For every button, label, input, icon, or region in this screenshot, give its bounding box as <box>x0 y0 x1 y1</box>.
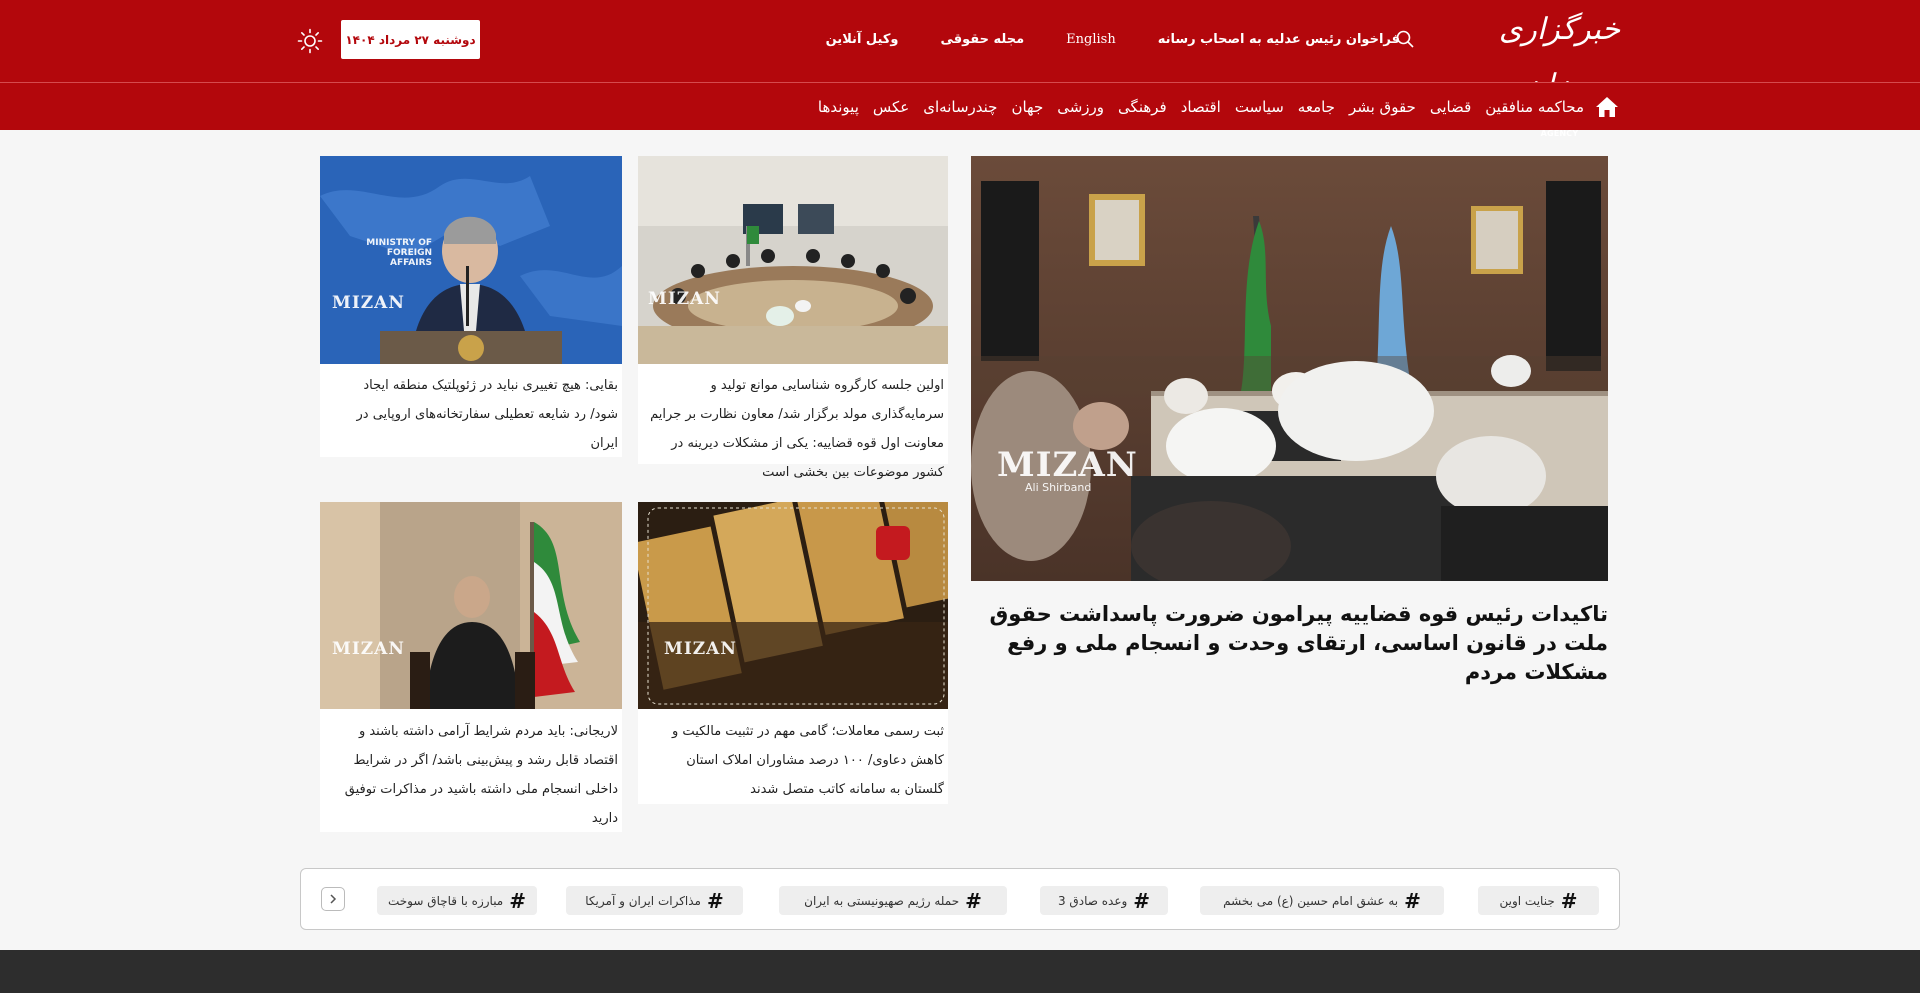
hash-icon: # <box>1404 888 1421 913</box>
tag-label: مبارزه با قاچاق سوخت <box>387 893 504 908</box>
top-bar: خبرگزاری میزان MIZAN ONLINE NEWS AGENCY … <box>0 0 1920 138</box>
hero-image[interactable]: MIZAN Ali Shirband <box>971 156 1608 581</box>
header-links: فراخوان رئیس عدلیه به اصحاب رسانه Englis… <box>784 0 1400 78</box>
home-icon[interactable] <box>1594 94 1620 120</box>
tag-label: حمله رژیم صهیونیستی به ایران <box>804 893 960 908</box>
header-link-legal-magazine[interactable]: مجله حقوقی <box>940 32 1024 47</box>
tag-label: مذاکرات ایران و آمریکا <box>585 893 701 908</box>
tag-true-promise[interactable]: # وعده صادق 3 <box>1040 886 1168 915</box>
news-card-title: ثبت رسمی معاملات؛ گامی مهم در تثبیت مالک… <box>672 724 944 797</box>
news-card-registration[interactable]: MIZAN ثبت رسمی معاملات؛ گامی مهم در تثبی… <box>638 502 948 804</box>
hash-icon: # <box>706 888 724 913</box>
card-watermark: MIZAN <box>332 293 405 313</box>
nav-item-judicial[interactable]: قضایی <box>1430 98 1471 116</box>
news-card-title: اولین جلسه کارگروه شناسایی موانع تولید و… <box>650 378 944 480</box>
news-card-larijani[interactable]: MIZAN لاریجانی: باید مردم شرایط آرامی دا… <box>320 502 622 832</box>
card-watermark: MIZAN <box>332 639 405 659</box>
news-card-baghaei[interactable]: MINISTRY OF FOREIGN AFFAIRS MIZAN بقایی:… <box>320 156 622 457</box>
news-card-title: بقایی: هیچ تغییری نباید در ژئوپلتیک منطق… <box>356 378 619 451</box>
hero-credit: Ali Shirband <box>1025 481 1092 494</box>
card-sign-text: MINISTRY OF FOREIGN AFFAIRS <box>366 238 432 268</box>
hero-watermark: MIZAN <box>997 445 1138 485</box>
hero-photo <box>971 156 1608 581</box>
header-link-judiciary-call[interactable]: فراخوان رئیس عدلیه به اصحاب رسانه <box>1158 32 1400 47</box>
nav-item-links[interactable]: پیوندها <box>818 98 859 116</box>
hash-icon: # <box>1560 888 1578 913</box>
meeting-photo <box>638 156 948 364</box>
news-card-title: لاریجانی: باید مردم شرایط آرامی داشته با… <box>344 724 618 826</box>
tags-scroll-button[interactable] <box>321 887 345 911</box>
sun-icon[interactable] <box>297 28 323 54</box>
chevron-right-icon <box>330 894 337 904</box>
news-card-production[interactable]: MIZAN اولین جلسه کارگروه شناسایی موانع ت… <box>638 156 948 480</box>
header-link-online-lawyer[interactable]: وکیل آنلاین <box>826 32 899 47</box>
nav-item-politics[interactable]: سیاست <box>1235 98 1284 116</box>
nav-item-culture[interactable]: فرهنگی <box>1118 98 1167 116</box>
nav-item-world[interactable]: جهان <box>1011 98 1043 116</box>
nav-item-trial[interactable]: محاکمه منافقین <box>1485 98 1584 116</box>
tag-fuel-smuggling[interactable]: # مبارزه با قاچاق سوخت <box>377 886 537 915</box>
nav-item-human-rights[interactable]: حقوق بشر <box>1349 98 1416 116</box>
tag-imam-hussein[interactable]: # به عشق امام حسین (ع) می بخشم <box>1200 886 1444 915</box>
hash-icon: # <box>965 888 982 913</box>
nav-item-photo[interactable]: عکس <box>873 98 909 116</box>
documents-photo <box>638 502 948 709</box>
main-nav: محاکمه منافقین قضایی حقوق بشر جامعه سیاس… <box>0 82 1920 130</box>
nav-item-sports[interactable]: ورزشی <box>1057 98 1104 116</box>
card-watermark: MIZAN <box>648 289 721 309</box>
nav-item-multimedia[interactable]: چندرسانه‌ای <box>923 98 997 116</box>
nav-item-society[interactable]: جامعه <box>1298 98 1335 116</box>
news-card-image <box>638 156 948 364</box>
footer <box>0 950 1920 993</box>
tag-zionist-attack[interactable]: # حمله رژیم صهیونیستی به ایران <box>779 886 1007 915</box>
tag-evin[interactable]: # جنایت اوین <box>1478 886 1599 915</box>
nav-items: محاکمه منافقین قضایی حقوق بشر جامعه سیاس… <box>804 83 1620 131</box>
hash-icon: # <box>509 888 527 913</box>
site-logo[interactable]: خبرگزاری میزان MIZAN ONLINE NEWS AGENCY <box>1497 2 1622 138</box>
tag-label: به عشق امام حسین (ع) می بخشم <box>1223 893 1399 908</box>
hash-icon: # <box>1133 888 1151 913</box>
hero-title[interactable]: تاکیدات رئیس قوه قضاییه پیرامون ضرورت پا… <box>971 600 1608 687</box>
trending-tags: # جنایت اوین # به عشق امام حسین (ع) می ب… <box>300 868 1620 930</box>
portrait-photo <box>320 502 622 709</box>
tag-label: وعده صادق 3 <box>1057 893 1128 908</box>
card-watermark: MIZAN <box>664 639 737 659</box>
news-card-image <box>320 502 622 709</box>
tag-label: جنایت اوین <box>1499 893 1555 908</box>
main-content: MIZAN Ali Shirband تاکیدات رئیس قوه قضای… <box>0 130 1920 950</box>
news-card-image <box>638 502 948 709</box>
date-badge: دوشنبه ۲۷ مرداد ۱۴۰۴ <box>341 20 480 59</box>
tag-iran-us-talks[interactable]: # مذاکرات ایران و آمریکا <box>566 886 743 915</box>
header-link-english[interactable]: English <box>1066 32 1116 47</box>
nav-item-economy[interactable]: اقتصاد <box>1181 98 1221 116</box>
